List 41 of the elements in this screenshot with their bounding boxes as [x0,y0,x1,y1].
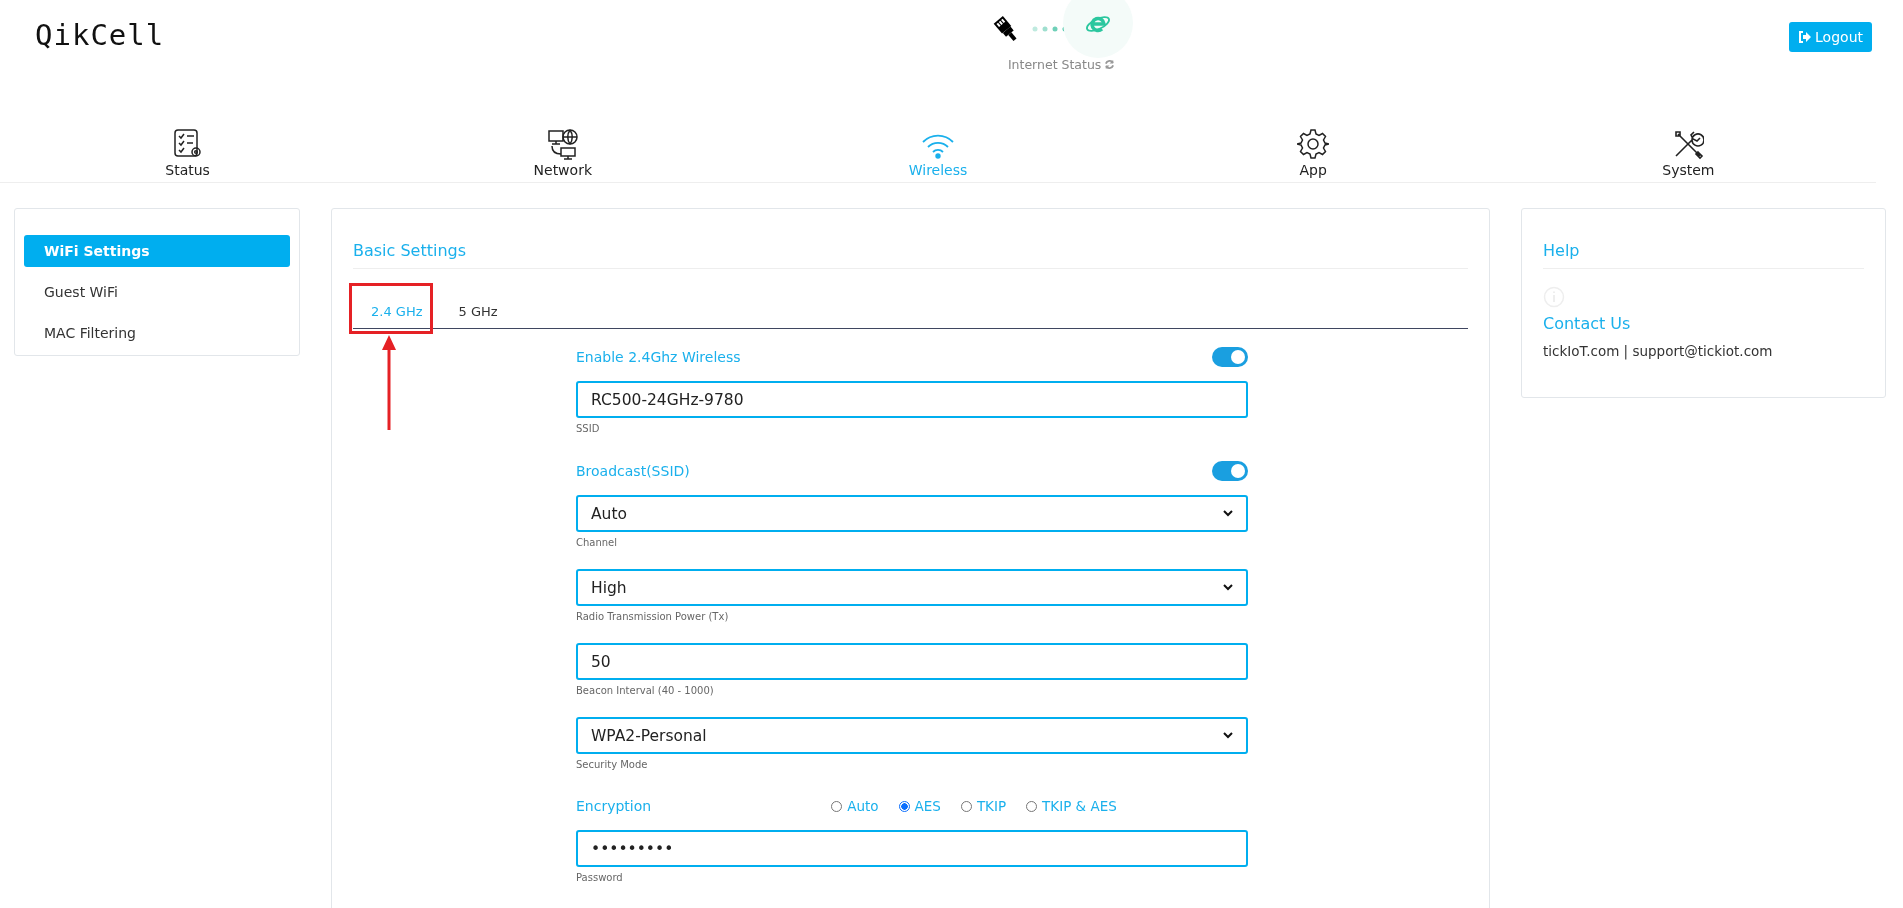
select-field[interactable]: Auto [576,495,1248,532]
text-field[interactable]: RC500-24GHz-9780 [576,381,1248,418]
network-computers-icon [545,128,580,160]
radio-button[interactable] [898,800,910,812]
refresh-icon[interactable] [1104,59,1116,70]
select-field[interactable]: High [576,569,1248,606]
chevron-down-icon [1223,584,1233,591]
band-tab[interactable]: 5 GHz [440,283,516,327]
sidebar-item[interactable]: MAC Filtering [24,317,290,349]
toggle-switch[interactable] [1212,461,1248,481]
text-field[interactable]: 50 [576,643,1248,680]
field-caption: Security Mode [576,759,649,770]
field-label: Encryption [576,798,652,814]
contact-title: Contact Us [1543,314,1632,333]
field-caption: SSID [576,423,601,434]
toggle-switch[interactable] [1212,347,1248,367]
checklist-icon [171,128,204,160]
chevron-down-icon [1223,510,1233,517]
contact-text: tickIoT.com | support@tickiot.com [1543,343,1774,359]
nav-tab[interactable]: System [1500,118,1876,178]
text-field[interactable]: ••••••••• [576,830,1248,867]
gear-icon [1297,128,1330,160]
logo: QikCell [35,18,165,52]
field-caption: Password [576,872,624,883]
select-field[interactable]: WPA2-Personal [576,717,1248,754]
tools-icon [1672,128,1705,160]
nav-tab[interactable]: Network [375,118,751,178]
field-caption: Radio Transmission Power (Tx) [576,611,730,622]
internet-status-label: Internet Status [1007,57,1116,72]
help-title: Help [1543,241,1864,269]
nav-tab[interactable]: Status [0,118,376,178]
sidebar-item[interactable]: Guest WiFi [24,276,290,308]
field-label: Enable 2.4Ghz Wireless [576,349,741,365]
nav-tab[interactable]: App [1125,118,1501,178]
chevron-down-icon [1223,732,1233,739]
wifi-icon [921,132,955,160]
field-label: Broadcast(SSID) [576,463,690,479]
field-caption: Channel [576,537,619,548]
logout-icon [1798,31,1812,43]
section-title: Basic Settings [353,241,1468,269]
field-caption: Beacon Interval (40 - 1000) [576,685,715,696]
